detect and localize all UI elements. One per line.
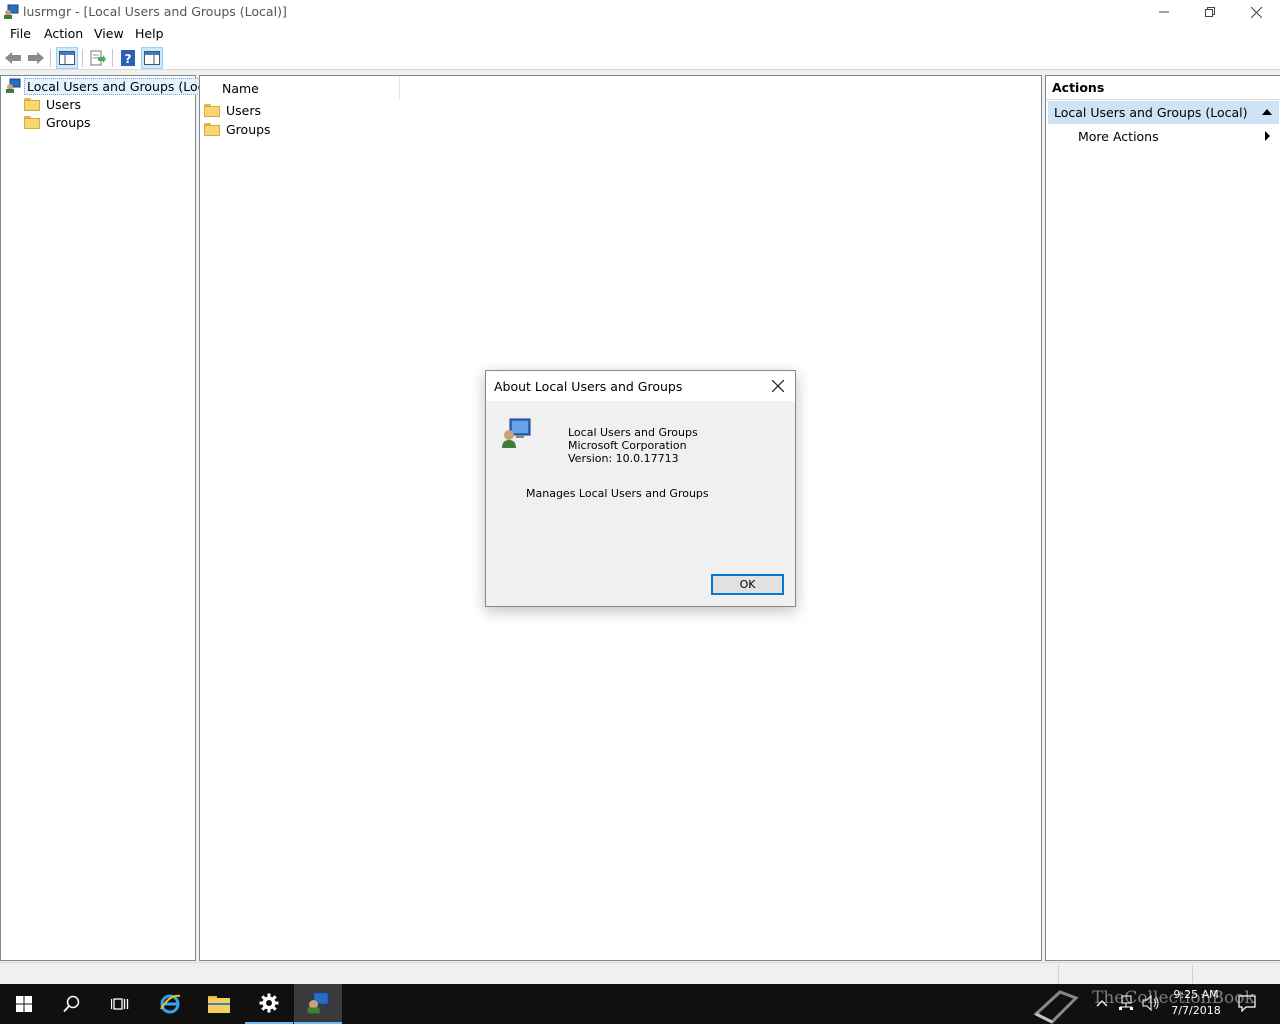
menu-file[interactable]: File [7, 26, 34, 41]
tree-item-root[interactable]: Local Users and Groups (Local) [1, 77, 224, 95]
svg-text:?: ? [125, 52, 132, 66]
watermark-book-icon [1033, 990, 1079, 1024]
tree-item-root-label: Local Users and Groups (Local) [24, 77, 224, 95]
gear-icon [259, 993, 279, 1013]
forward-arrow-icon [28, 52, 44, 64]
column-header-name[interactable]: Name [200, 76, 400, 100]
action-pane: Actions Local Users and Groups (Local) M… [1045, 75, 1280, 961]
chevron-up-icon [1096, 1000, 1108, 1007]
network-tray-button[interactable] [1118, 995, 1134, 1014]
actions-section-label: Local Users and Groups (Local) [1054, 105, 1248, 120]
volume-tray-button[interactable] [1142, 994, 1160, 1014]
tree-item-users[interactable]: Users [1, 95, 81, 113]
restore-button[interactable] [1187, 0, 1233, 24]
clock-time[interactable]: 9:25 AM [1166, 988, 1226, 1001]
list-item-users-label: Users [226, 103, 262, 118]
toolbar-separator [82, 49, 83, 67]
column-header-label: Name [222, 80, 259, 96]
show-hide-action-pane-icon [144, 51, 160, 65]
task-view-button[interactable] [96, 984, 144, 1024]
more-actions-item[interactable]: More Actions [1048, 126, 1279, 146]
file-explorer-icon [208, 996, 230, 1013]
dialog-company: Microsoft Corporation [568, 439, 687, 452]
actions-header: Actions [1046, 76, 1280, 100]
menu-action[interactable]: Action [41, 26, 86, 41]
folder-icon [24, 97, 40, 111]
show-hide-console-tree-button[interactable] [56, 47, 78, 69]
about-dialog: About Local Users and Groups Local Users… [485, 370, 796, 607]
list-item-groups-label: Groups [226, 122, 271, 137]
show-hide-action-pane-button[interactable] [141, 47, 163, 69]
list-item-users[interactable]: Users [204, 101, 261, 120]
folder-icon [204, 104, 220, 117]
toolbar: ? [0, 45, 1280, 70]
help-icon: ? [121, 50, 135, 66]
clock-date[interactable]: 7/7/2018 [1166, 1004, 1226, 1017]
export-list-button[interactable] [87, 47, 109, 69]
forward-button[interactable] [25, 47, 47, 69]
lusrmgr-snapin-large-icon [502, 418, 531, 448]
back-arrow-icon [5, 52, 21, 64]
menu-help[interactable]: Help [132, 26, 167, 41]
action-center-button[interactable] [1238, 994, 1256, 1015]
more-actions-label: More Actions [1078, 128, 1159, 144]
minimize-button[interactable] [1141, 0, 1187, 24]
restore-icon [1205, 7, 1215, 17]
tree-item-users-label: Users [46, 96, 82, 112]
tree-item-groups[interactable]: Groups [1, 113, 91, 131]
menu-view[interactable]: View [91, 26, 127, 41]
close-icon [1250, 6, 1262, 18]
status-bar-divider [1192, 965, 1193, 983]
dialog-product-name: Local Users and Groups [568, 426, 698, 439]
lusrmgr-snapin-icon [6, 78, 21, 93]
network-icon [1119, 995, 1133, 1010]
taskbar-internet-explorer[interactable] [146, 984, 194, 1024]
close-button[interactable] [1233, 0, 1279, 24]
show-hide-console-tree-icon [59, 51, 75, 65]
speaker-icon [1142, 994, 1159, 1012]
notification-icon [1238, 995, 1256, 1013]
list-item-groups[interactable]: Groups [204, 120, 271, 139]
console-tree-pane: Local Users and Groups (Local) Users Gro… [0, 75, 224, 961]
lusrmgr-app-icon [4, 4, 19, 19]
dialog-title-bar: About Local Users and Groups [486, 371, 795, 401]
submenu-arrow-icon [1265, 131, 1270, 141]
start-button[interactable] [0, 984, 48, 1024]
internet-explorer-icon [160, 994, 181, 1014]
dialog-version: Version: 10.0.17713 [568, 452, 679, 465]
actions-section-local-users-and-groups[interactable]: Local Users and Groups (Local) [1048, 101, 1279, 124]
collapse-up-icon[interactable] [1262, 109, 1272, 115]
folder-icon [24, 115, 40, 129]
window-title-bar: lusrmgr - [Local Users and Groups (Local… [0, 0, 1280, 24]
folder-icon [204, 123, 220, 136]
status-bar [0, 962, 1280, 984]
toolbar-separator [50, 49, 51, 67]
taskbar: TheCollectionBook 9:25 AM 7/7/2018 [0, 984, 1280, 1024]
export-list-icon [90, 50, 106, 66]
help-button[interactable]: ? [117, 47, 139, 69]
status-bar-divider [1058, 965, 1059, 983]
back-button[interactable] [2, 47, 24, 69]
tree-item-groups-label: Groups [46, 114, 91, 130]
task-view-icon [111, 998, 129, 1010]
menu-bar: File Action View Help [0, 24, 1280, 45]
search-button[interactable] [48, 984, 96, 1024]
window-title: lusrmgr - [Local Users and Groups (Local… [23, 4, 287, 19]
dialog-description: Manages Local Users and Groups [526, 487, 709, 500]
dialog-close-button[interactable] [767, 375, 789, 397]
lusrmgr-app-icon [307, 991, 330, 1014]
dialog-title: About Local Users and Groups [494, 379, 683, 394]
search-icon [63, 995, 80, 1013]
toolbar-separator [112, 49, 113, 67]
taskbar-settings[interactable] [245, 984, 293, 1024]
minimize-icon [1159, 11, 1169, 13]
windows-logo-icon [16, 996, 32, 1012]
taskbar-file-explorer[interactable] [195, 984, 243, 1024]
ok-button[interactable]: OK [711, 574, 784, 595]
taskbar-lusrmgr[interactable] [294, 984, 342, 1024]
close-icon [772, 380, 784, 392]
show-hidden-icons-button[interactable] [1096, 996, 1108, 1010]
